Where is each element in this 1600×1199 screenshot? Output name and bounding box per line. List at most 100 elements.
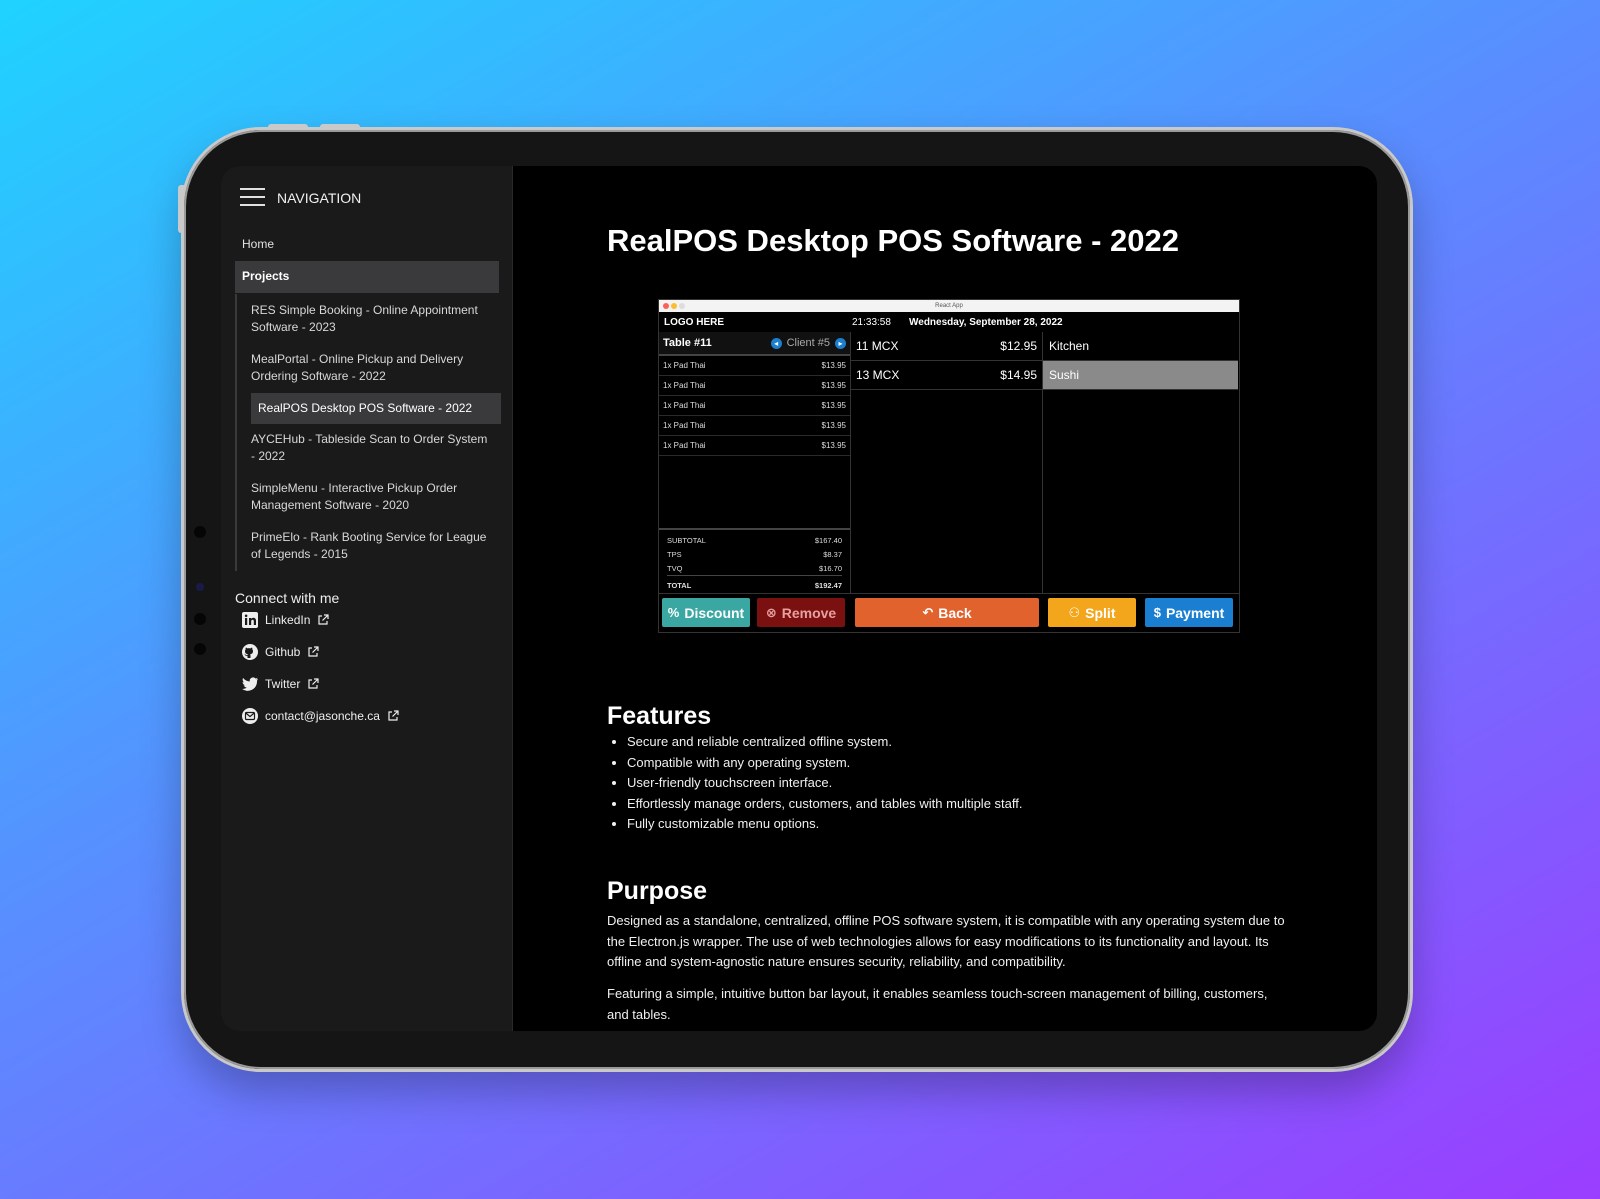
sidebar: NAVIGATION Home Projects RES Simple Book…: [221, 166, 513, 1031]
item-price: $13.95: [821, 441, 846, 450]
tps-row: TPS $8.37: [667, 547, 842, 561]
feature-item: Fully customizable menu options.: [627, 814, 1022, 835]
pos-order-item[interactable]: 1x Pad Thai $13.95: [659, 396, 850, 416]
pos-table-row: Table #11 ◂ Client #5 ▸: [659, 332, 850, 356]
camera-dot: [194, 613, 206, 625]
project-link-simplemenu[interactable]: SimpleMenu - Interactive Pickup Order Ma…: [251, 480, 493, 514]
button-label: Back: [938, 604, 972, 621]
social-link-twitter[interactable]: Twitter: [241, 675, 319, 693]
social-link-linkedin[interactable]: LinkedIn: [241, 611, 329, 629]
twitter-icon: [242, 677, 258, 691]
pos-date: Wednesday, September 28, 2022: [909, 316, 1063, 328]
pos-payment-button[interactable]: $ Payment: [1145, 598, 1233, 627]
hamburger-menu-icon[interactable]: [240, 188, 265, 207]
project-link-realpos-active[interactable]: RealPOS Desktop POS Software - 2022: [251, 393, 501, 424]
pos-remove-button[interactable]: ⊗ Remove: [757, 598, 845, 627]
menu-item-price: $12.95: [1000, 339, 1037, 353]
item-name: 1x Pad Thai: [663, 441, 706, 450]
connect-heading: Connect with me: [235, 590, 340, 606]
project-link-mealportal[interactable]: MealPortal - Online Pickup and Delivery …: [251, 351, 493, 385]
social-label: Twitter: [265, 677, 301, 691]
external-link-icon: [388, 710, 399, 721]
pos-discount-button[interactable]: % Discount: [662, 598, 750, 627]
total-value: $8.37: [823, 549, 842, 559]
pos-client-label: Client #5: [786, 337, 830, 349]
purpose-paragraph-2: Featuring a simple, intuitive button bar…: [607, 986, 1268, 1022]
project-link-res-simple-booking[interactable]: RES Simple Booking - Online Appointment …: [251, 302, 493, 336]
pos-totals: SUBTOTAL $167.40 TPS $8.37 TVQ $16.70 TOTAL…: [659, 528, 850, 594]
features-list: Secure and reliable centralized offline …: [607, 732, 1022, 835]
total-label: TPS: [667, 549, 682, 559]
navigation-title: NAVIGATION: [277, 189, 362, 206]
mail-icon: [242, 708, 258, 724]
pos-header: LOGO HERE 21:33:58 Wednesday, September …: [659, 312, 1239, 332]
pos-order-item[interactable]: 1x Pad Thai $13.95: [659, 376, 850, 396]
prev-client-icon[interactable]: ◂: [770, 337, 782, 349]
pos-category-kitchen[interactable]: Kitchen: [1043, 332, 1238, 361]
pos-logo: LOGO HERE: [664, 316, 725, 328]
total-row: TOTAL $192.47: [667, 575, 842, 594]
camera-dot: [194, 526, 206, 538]
pos-order-item[interactable]: 1x Pad Thai $13.95: [659, 356, 850, 376]
pos-back-button[interactable]: ↶ Back: [855, 598, 1039, 627]
item-name: 1x Pad Thai: [663, 381, 706, 390]
camera-lens: [196, 583, 204, 591]
item-price: $13.95: [821, 421, 846, 430]
item-price: $13.95: [821, 401, 846, 410]
window-maximize-dot: [679, 303, 685, 309]
social-link-github[interactable]: Github: [241, 643, 319, 661]
menu-item-price: $14.95: [1000, 368, 1037, 382]
github-icon: [242, 644, 258, 660]
pos-order-panel: Table #11 ◂ Client #5 ▸ 1x Pad Thai $13.9…: [659, 332, 851, 594]
pos-menu-item[interactable]: 11 MCX $12.95: [851, 332, 1042, 361]
page-title: RealPOS Desktop POS Software - 2022: [607, 223, 1179, 258]
social-link-email[interactable]: contact@jasonche.ca: [241, 707, 399, 725]
pos-split-button[interactable]: ⚇ Split: [1048, 598, 1136, 627]
tablet-top-button: [268, 124, 308, 130]
pos-menu-panel: 11 MCX $12.95 13 MCX $14.95: [851, 332, 1043, 594]
item-name: 1x Pad Thai: [663, 401, 706, 410]
camera-dot: [194, 643, 206, 655]
feature-item: Effortlessly manage orders, customers, a…: [627, 794, 1022, 815]
social-label: LinkedIn: [265, 613, 311, 627]
pos-button-bar: % Discount ⊗ Remove ↶ Back ⚇ Split $ Payment: [659, 593, 1239, 632]
window-minimize-dot: [671, 303, 677, 309]
pos-window-title: React App: [935, 303, 963, 309]
purpose-paragraph-1: Designed as a standalone, centralized, o…: [607, 913, 1285, 969]
button-label: Payment: [1165, 604, 1225, 621]
window-close-dot: [663, 303, 669, 309]
feature-item: Secure and reliable centralized offline …: [627, 732, 1022, 753]
nav-projects-header[interactable]: Projects: [235, 261, 499, 293]
pos-order-item[interactable]: 1x Pad Thai $13.95: [659, 436, 850, 456]
back-arrow-icon: ↶: [922, 604, 934, 620]
project-link-aycehub[interactable]: AYCEHub - Tableside Scan to Order System…: [251, 431, 493, 465]
button-label: Discount: [684, 604, 745, 621]
tablet-side-button: [178, 185, 184, 233]
remove-x-icon: ⊗: [765, 604, 777, 620]
total-value: $16.70: [819, 563, 842, 573]
pos-menu-item[interactable]: 13 MCX $14.95: [851, 361, 1042, 390]
total-label: TVQ: [667, 563, 683, 573]
pos-screenshot: React App LOGO HERE 21:33:58 Wednesday, …: [658, 299, 1240, 633]
external-link-icon: [308, 646, 319, 657]
item-price: $13.95: [821, 361, 846, 370]
tablet-screen: NAVIGATION Home Projects RES Simple Book…: [221, 166, 1377, 1031]
social-label: contact@jasonche.ca: [265, 709, 380, 723]
pos-category-sushi-selected[interactable]: Sushi: [1043, 361, 1238, 390]
external-link-icon: [318, 614, 329, 625]
purpose-heading: Purpose: [607, 877, 708, 905]
tablet-top-button: [320, 124, 360, 130]
menu-item-name: 11 MCX: [856, 339, 899, 353]
total-value: $167.40: [814, 535, 842, 545]
pos-category-panel: Kitchen Sushi: [1043, 332, 1238, 594]
project-list: RES Simple Booking - Online Appointment …: [235, 294, 501, 571]
navigation-header[interactable]: NAVIGATION: [240, 188, 361, 207]
split-people-icon: ⚇: [1068, 604, 1081, 620]
nav-home-link[interactable]: Home: [242, 237, 274, 251]
pos-window-titlebar: React App: [659, 300, 1239, 312]
menu-item-name: 13 MCX: [856, 368, 900, 382]
next-client-icon[interactable]: ▸: [835, 337, 846, 349]
project-link-primeelo[interactable]: PrimeElo - Rank Booting Service for Leag…: [251, 529, 493, 563]
total-label: TOTAL: [667, 580, 692, 590]
pos-order-item[interactable]: 1x Pad Thai $13.95: [659, 416, 850, 436]
